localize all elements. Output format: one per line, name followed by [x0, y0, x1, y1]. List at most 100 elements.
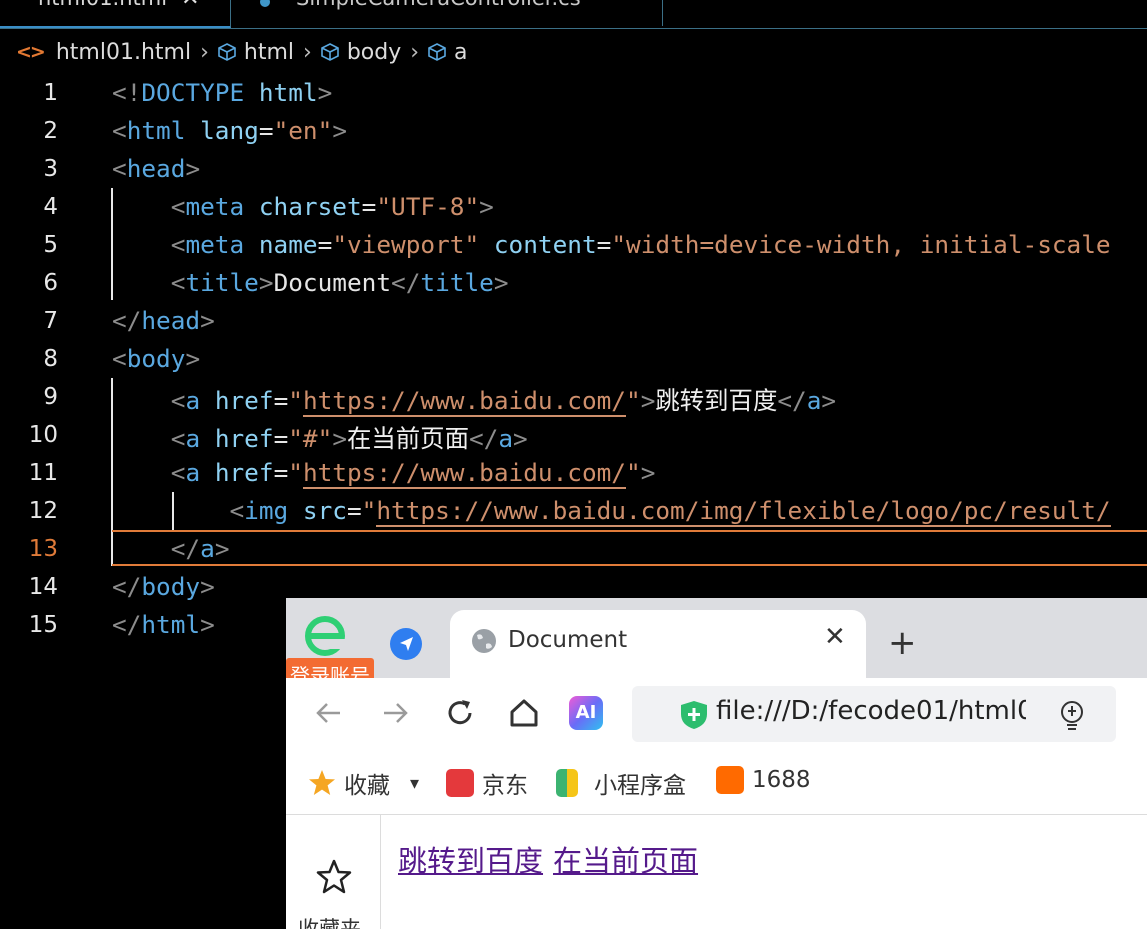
bookmarks-bar: 收藏 ▾ 京东 小程序盒 1688 — [286, 750, 1147, 815]
code-text: </body> — [112, 572, 215, 601]
line-number: 1 — [43, 80, 58, 106]
chevron-right-icon: › — [410, 39, 420, 65]
line-number: 12 — [28, 498, 58, 524]
line-number: 9 — [43, 384, 58, 410]
editor-tab-bar: html01.html ✕ SimpleCameraController.cs — [0, 0, 1147, 29]
bookmark-label: 小程序盒 — [594, 773, 686, 799]
bookmark-label: 收藏 — [344, 773, 390, 799]
line-number: 2 — [43, 118, 58, 144]
tab-simplecameracontroller[interactable]: SimpleCameraController.cs — [232, 0, 663, 26]
code-line: 10 <a href="#">在当前页面</a> — [0, 416, 1147, 454]
code-text: <meta charset="UTF-8"> — [170, 192, 494, 221]
bookmark-label: 京东 — [482, 773, 528, 799]
code-line: 3 <head> — [0, 150, 1147, 188]
navigation-icon[interactable] — [390, 628, 422, 660]
close-icon[interactable]: ✕ — [824, 622, 846, 652]
bookmark-favorites[interactable]: 收藏 ▾ — [308, 766, 419, 800]
address-bar[interactable]: file:///D:/fecode01/html01.html — [632, 686, 1116, 742]
lightbulb-icon[interactable] — [1056, 698, 1088, 732]
star-outline-icon[interactable] — [316, 859, 352, 895]
forward-icon[interactable] — [378, 696, 412, 730]
address-text[interactable]: file:///D:/fecode01/html01.html — [716, 696, 1026, 726]
code-line: 5 <meta name="viewport" content="width=d… — [0, 226, 1147, 264]
csharp-file-icon — [260, 0, 270, 7]
bookmark-jd[interactable]: 京东 — [446, 766, 528, 800]
code-line: 2 <html lang="en"> — [0, 112, 1147, 150]
code-line: 12 <img src="https://www.baidu.com/img/f… — [0, 492, 1147, 530]
code-text: <head> — [112, 154, 201, 183]
chevron-right-icon: › — [303, 39, 312, 65]
code-line: 1 <!DOCTYPE html> — [0, 74, 1147, 112]
miniapp-icon — [556, 769, 578, 797]
cube-icon — [428, 43, 446, 61]
html-file-icon: <> — [16, 41, 46, 63]
line-number: 10 — [28, 422, 58, 448]
cube-icon — [321, 43, 339, 61]
home-icon[interactable] — [507, 696, 541, 730]
code-text: <!DOCTYPE html> — [112, 78, 333, 107]
star-icon — [309, 770, 335, 795]
line-number: 3 — [43, 156, 58, 182]
line-number: 14 — [28, 574, 58, 600]
refresh-icon[interactable] — [443, 696, 477, 730]
browser-tab-document[interactable]: Document ✕ — [450, 610, 866, 678]
code-text: </html> — [112, 610, 215, 639]
line-number: 4 — [43, 194, 58, 220]
breadcrumb-item-html[interactable]: html — [244, 40, 294, 65]
link-current-page[interactable]: 在当前页面 — [553, 844, 698, 878]
code-text: <body> — [112, 344, 201, 373]
code-line: 8 <body> — [0, 340, 1147, 378]
breadcrumb-file[interactable]: html01.html — [56, 40, 191, 65]
browser-logo-icon[interactable] — [302, 612, 348, 658]
line-number: 8 — [43, 346, 58, 372]
ai-assistant-icon[interactable]: AI — [569, 696, 603, 730]
line-number: 13 — [28, 536, 58, 562]
code-text: <meta name="viewport" content="width=dev… — [170, 230, 1111, 259]
browser-tab-strip: Document ✕ + — [286, 598, 1147, 678]
breadcrumb-item-body[interactable]: body — [347, 40, 401, 65]
shield-icon — [681, 701, 707, 729]
code-line: 7 </head> — [0, 302, 1147, 340]
code-text: <img src="https://www.baidu.com/img/flex… — [229, 496, 1111, 527]
code-text: <html lang="en"> — [112, 116, 347, 145]
browser-toolbar: AI file:///D:/fecode01/html01.html — [286, 678, 1147, 750]
code-line: 9 <a href="https://www.baidu.com/">跳转到百度… — [0, 378, 1147, 417]
line-number: 7 — [43, 308, 58, 334]
tab-label: html01.html — [38, 0, 167, 10]
link-baidu[interactable]: 跳转到百度 — [398, 844, 543, 878]
code-text: <a href="https://www.baidu.com/"> — [170, 458, 656, 489]
code-text: <a href="https://www.baidu.com/">跳转到百度</… — [170, 386, 837, 417]
breadcrumb-item-a[interactable]: a — [454, 40, 467, 65]
browser-window: Document ✕ + 登录账号 AI file:///D:/fecode01… — [286, 598, 1147, 929]
line-number: 5 — [43, 232, 58, 258]
line-number: 6 — [43, 270, 58, 296]
tab-label: SimpleCameraController.cs — [296, 0, 581, 10]
code-text: </a> — [170, 534, 230, 563]
code-line: 6 <title>Document</title> — [0, 264, 1147, 302]
globe-icon — [472, 629, 496, 653]
close-icon[interactable]: ✕ — [181, 0, 199, 11]
browser-sidebar: 收藏夹 — [286, 815, 381, 929]
code-text: </head> — [112, 306, 215, 335]
bookmark-miniapp[interactable]: 小程序盒 — [556, 766, 686, 800]
sidebar-label-favorites: 收藏夹 — [298, 917, 361, 929]
code-line: 11 <a href="https://www.baidu.com/"> — [0, 454, 1147, 492]
chevron-down-icon[interactable]: ▾ — [410, 773, 419, 794]
chevron-right-icon: › — [200, 39, 209, 65]
code-line: 4 <meta charset="UTF-8"> — [0, 188, 1147, 226]
1688-icon — [716, 766, 744, 794]
bookmark-label: 1688 — [752, 767, 811, 793]
breadcrumb: <> html01.html › html › body › a — [0, 32, 468, 72]
code-text: <a href="#">在当前页面</a> — [170, 424, 528, 453]
bookmark-1688[interactable]: 1688 — [716, 766, 811, 794]
page-content: 跳转到百度 在当前页面 — [398, 838, 708, 880]
code-text: <title>Document</title> — [170, 268, 509, 297]
line-number: 15 — [28, 612, 58, 638]
tab-html01[interactable]: html01.html ✕ — [0, 0, 231, 28]
cube-icon — [218, 43, 236, 61]
jd-icon — [446, 769, 474, 797]
tab-title: Document — [508, 627, 628, 653]
new-tab-button[interactable]: + — [888, 626, 917, 660]
code-line: 13 </a> — [0, 530, 1147, 568]
back-icon[interactable] — [312, 696, 346, 730]
